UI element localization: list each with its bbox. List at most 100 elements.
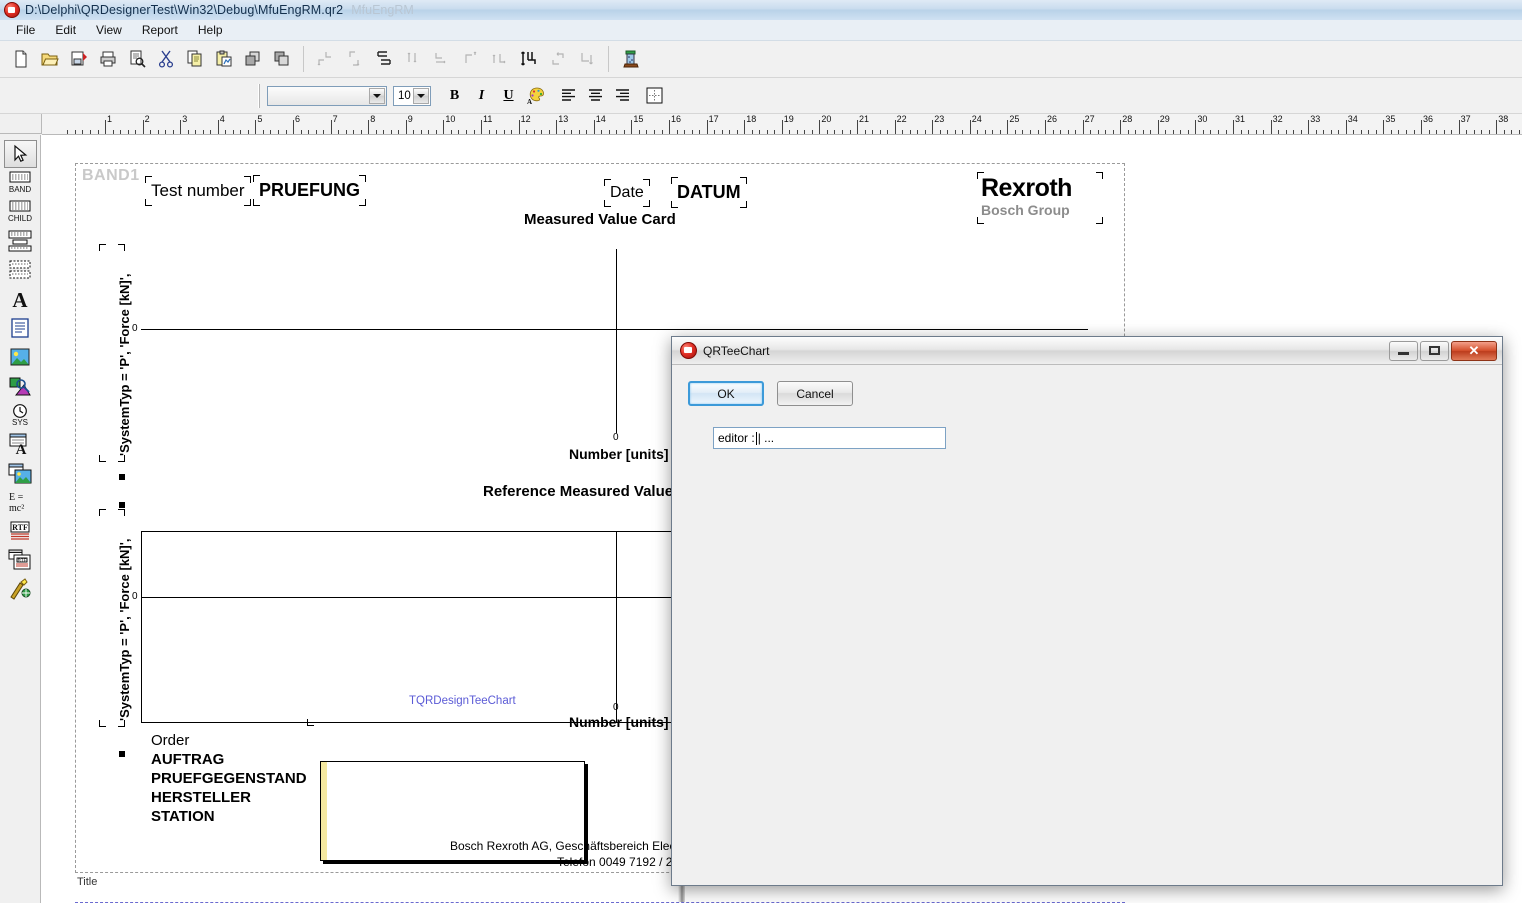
band-tool[interactable]: BAND [4, 169, 37, 197]
chart2-y-axis-label[interactable]: 'SystemTyp = 'P', 'Force [kN]', [99, 509, 132, 727]
align-text-center-icon[interactable] [584, 84, 607, 107]
send-to-back-icon[interactable] [268, 46, 295, 73]
distribute-icon[interactable] [573, 46, 600, 73]
space-horizontally-icon[interactable] [486, 46, 513, 73]
grid-snap-icon[interactable] [643, 84, 666, 107]
italic-button[interactable]: I [470, 84, 493, 107]
chart2-x-zero-value: 0 [613, 702, 619, 713]
order-line-2[interactable]: PRUEFGEGENSTAND [149, 769, 309, 788]
underline-button[interactable]: U [497, 84, 520, 107]
font-size-chevron-down-icon[interactable] [413, 87, 429, 104]
ruler-major-tick [932, 120, 934, 134]
chart-wizard-tool[interactable] [4, 575, 37, 603]
copy-icon[interactable] [181, 46, 208, 73]
chart2-component-name[interactable]: TQRDesignTeeChart [409, 695, 516, 707]
new-file-icon[interactable] [7, 46, 34, 73]
db-image-tool[interactable] [4, 459, 37, 487]
chart2-y-axis-label-text: 'SystemTyp = 'P', 'Force [kN]', [117, 538, 132, 721]
paste-icon[interactable] [210, 46, 237, 73]
subdetail-band-tool[interactable] [4, 256, 37, 284]
order-block[interactable]: Order AUFTRAG PRUEFGEGENSTAND HERSTELLER… [149, 731, 309, 826]
menu-item-file[interactable]: File [6, 21, 45, 39]
expression-tool[interactable]: E = mc² [4, 488, 37, 516]
test-number-label[interactable]: Test number [145, 176, 251, 206]
group-band-tool[interactable] [4, 227, 37, 255]
test-number-field[interactable]: PRUEFUNG [253, 175, 367, 206]
dialog-title-bar[interactable]: QRTeeChart ✕ [672, 337, 1502, 365]
chart1-x-axis-label[interactable]: Number [units] [569, 446, 669, 462]
child-band-tool[interactable]: CHILD [4, 198, 37, 226]
ruler-minor-tick [165, 130, 167, 134]
order-line-4[interactable]: STATION [149, 807, 309, 826]
image-tool[interactable] [4, 343, 37, 371]
center-in-band-icon[interactable] [544, 46, 571, 73]
open-file-icon[interactable] [36, 46, 63, 73]
editor-input[interactable]: editor : | ... [713, 427, 946, 449]
brand-logo[interactable]: Rexroth Bosch Group [977, 172, 1103, 224]
chart2-selection-marker [119, 751, 125, 757]
toolbar-grip[interactable] [258, 83, 261, 108]
cut-icon[interactable] [152, 46, 179, 73]
label-text-tool[interactable]: A [4, 285, 37, 313]
font-name-chevron-down-icon[interactable] [369, 87, 385, 104]
chart2-y-axis-line [616, 531, 617, 723]
ruler-minor-tick [1413, 130, 1415, 134]
select-arrow-tool[interactable] [3, 140, 37, 168]
ruler-minor-tick [909, 130, 911, 134]
date-label[interactable]: Date [604, 179, 650, 207]
print-preview-icon[interactable] [123, 46, 150, 73]
print-icon[interactable] [94, 46, 121, 73]
align-bottom-icon[interactable] [428, 46, 455, 73]
chart2-x-axis-label[interactable]: Number [units] [569, 714, 669, 730]
ok-button[interactable]: OK [688, 381, 764, 406]
ruler-minor-tick [308, 130, 309, 134]
ruler-label: 24 [971, 114, 982, 124]
ruler-label: 29 [1159, 114, 1170, 124]
ruler-minor-tick [1300, 130, 1302, 134]
ruler-major-tick [518, 120, 520, 134]
db-rtf-tool[interactable]: RTF [4, 546, 37, 574]
align-horizontal-icon[interactable] [370, 46, 397, 73]
memo-tool[interactable] [4, 314, 37, 342]
align-text-left-icon[interactable] [557, 84, 580, 107]
menu-item-edit[interactable]: Edit [45, 21, 86, 39]
menu-item-help[interactable]: Help [188, 21, 233, 39]
font-name-combo[interactable] [267, 85, 387, 106]
font-size-combo[interactable]: 10 [393, 85, 431, 106]
chart1-title[interactable]: Measured Value Card [524, 211, 676, 228]
rtf-tool[interactable]: RTF [4, 517, 37, 545]
ruler-minor-tick [1511, 130, 1513, 134]
align-right-icon[interactable] [341, 46, 368, 73]
align-top-icon[interactable] [399, 46, 426, 73]
font-color-icon[interactable]: A [524, 84, 547, 107]
qrteechart-dialog[interactable]: QRTeeChart ✕ OK Cancel editor : | ... [671, 336, 1503, 886]
db-text-tool[interactable]: A [4, 430, 37, 458]
close-button[interactable]: ✕ [1451, 340, 1497, 361]
ruler-minor-tick [879, 130, 881, 134]
align-left-icon[interactable] [312, 46, 339, 73]
shape-tool[interactable] [4, 372, 37, 400]
report-preview-icon[interactable] [617, 46, 644, 73]
chart1-y-axis-label[interactable]: 'SystemTyp = 'P', 'Force [kN]', [99, 244, 132, 462]
same-size-icon[interactable] [515, 46, 542, 73]
order-line-0[interactable]: Order [149, 731, 309, 750]
save-file-icon[interactable] [65, 46, 92, 73]
horizontal-ruler[interactable]: 1 2 3 4 5 6 7 8 9 10 11 12 13 14 15 16 17 18 19 20 21 22 23 24 2… [42, 114, 1522, 135]
maximize-button[interactable] [1420, 340, 1449, 361]
ruler-major-tick [1270, 120, 1272, 134]
align-text-right-icon[interactable] [611, 84, 634, 107]
menu-item-view[interactable]: View [86, 21, 132, 39]
system-time-tool[interactable]: SYS [4, 401, 37, 429]
bring-to-front-icon[interactable] [239, 46, 266, 73]
menu-item-report[interactable]: Report [132, 21, 188, 39]
ruler-minor-tick [278, 130, 279, 134]
date-field[interactable]: DATUM [671, 177, 747, 208]
ruler-major-tick [744, 120, 746, 134]
align-vertical-icon[interactable] [457, 46, 484, 73]
ruler-minor-tick [413, 130, 415, 134]
bold-button[interactable]: B [443, 84, 466, 107]
order-line-3[interactable]: HERSTELLER [149, 788, 309, 807]
cancel-button[interactable]: Cancel [777, 381, 853, 406]
minimize-button[interactable] [1389, 340, 1418, 361]
order-line-1[interactable]: AUFTRAG [149, 750, 309, 769]
